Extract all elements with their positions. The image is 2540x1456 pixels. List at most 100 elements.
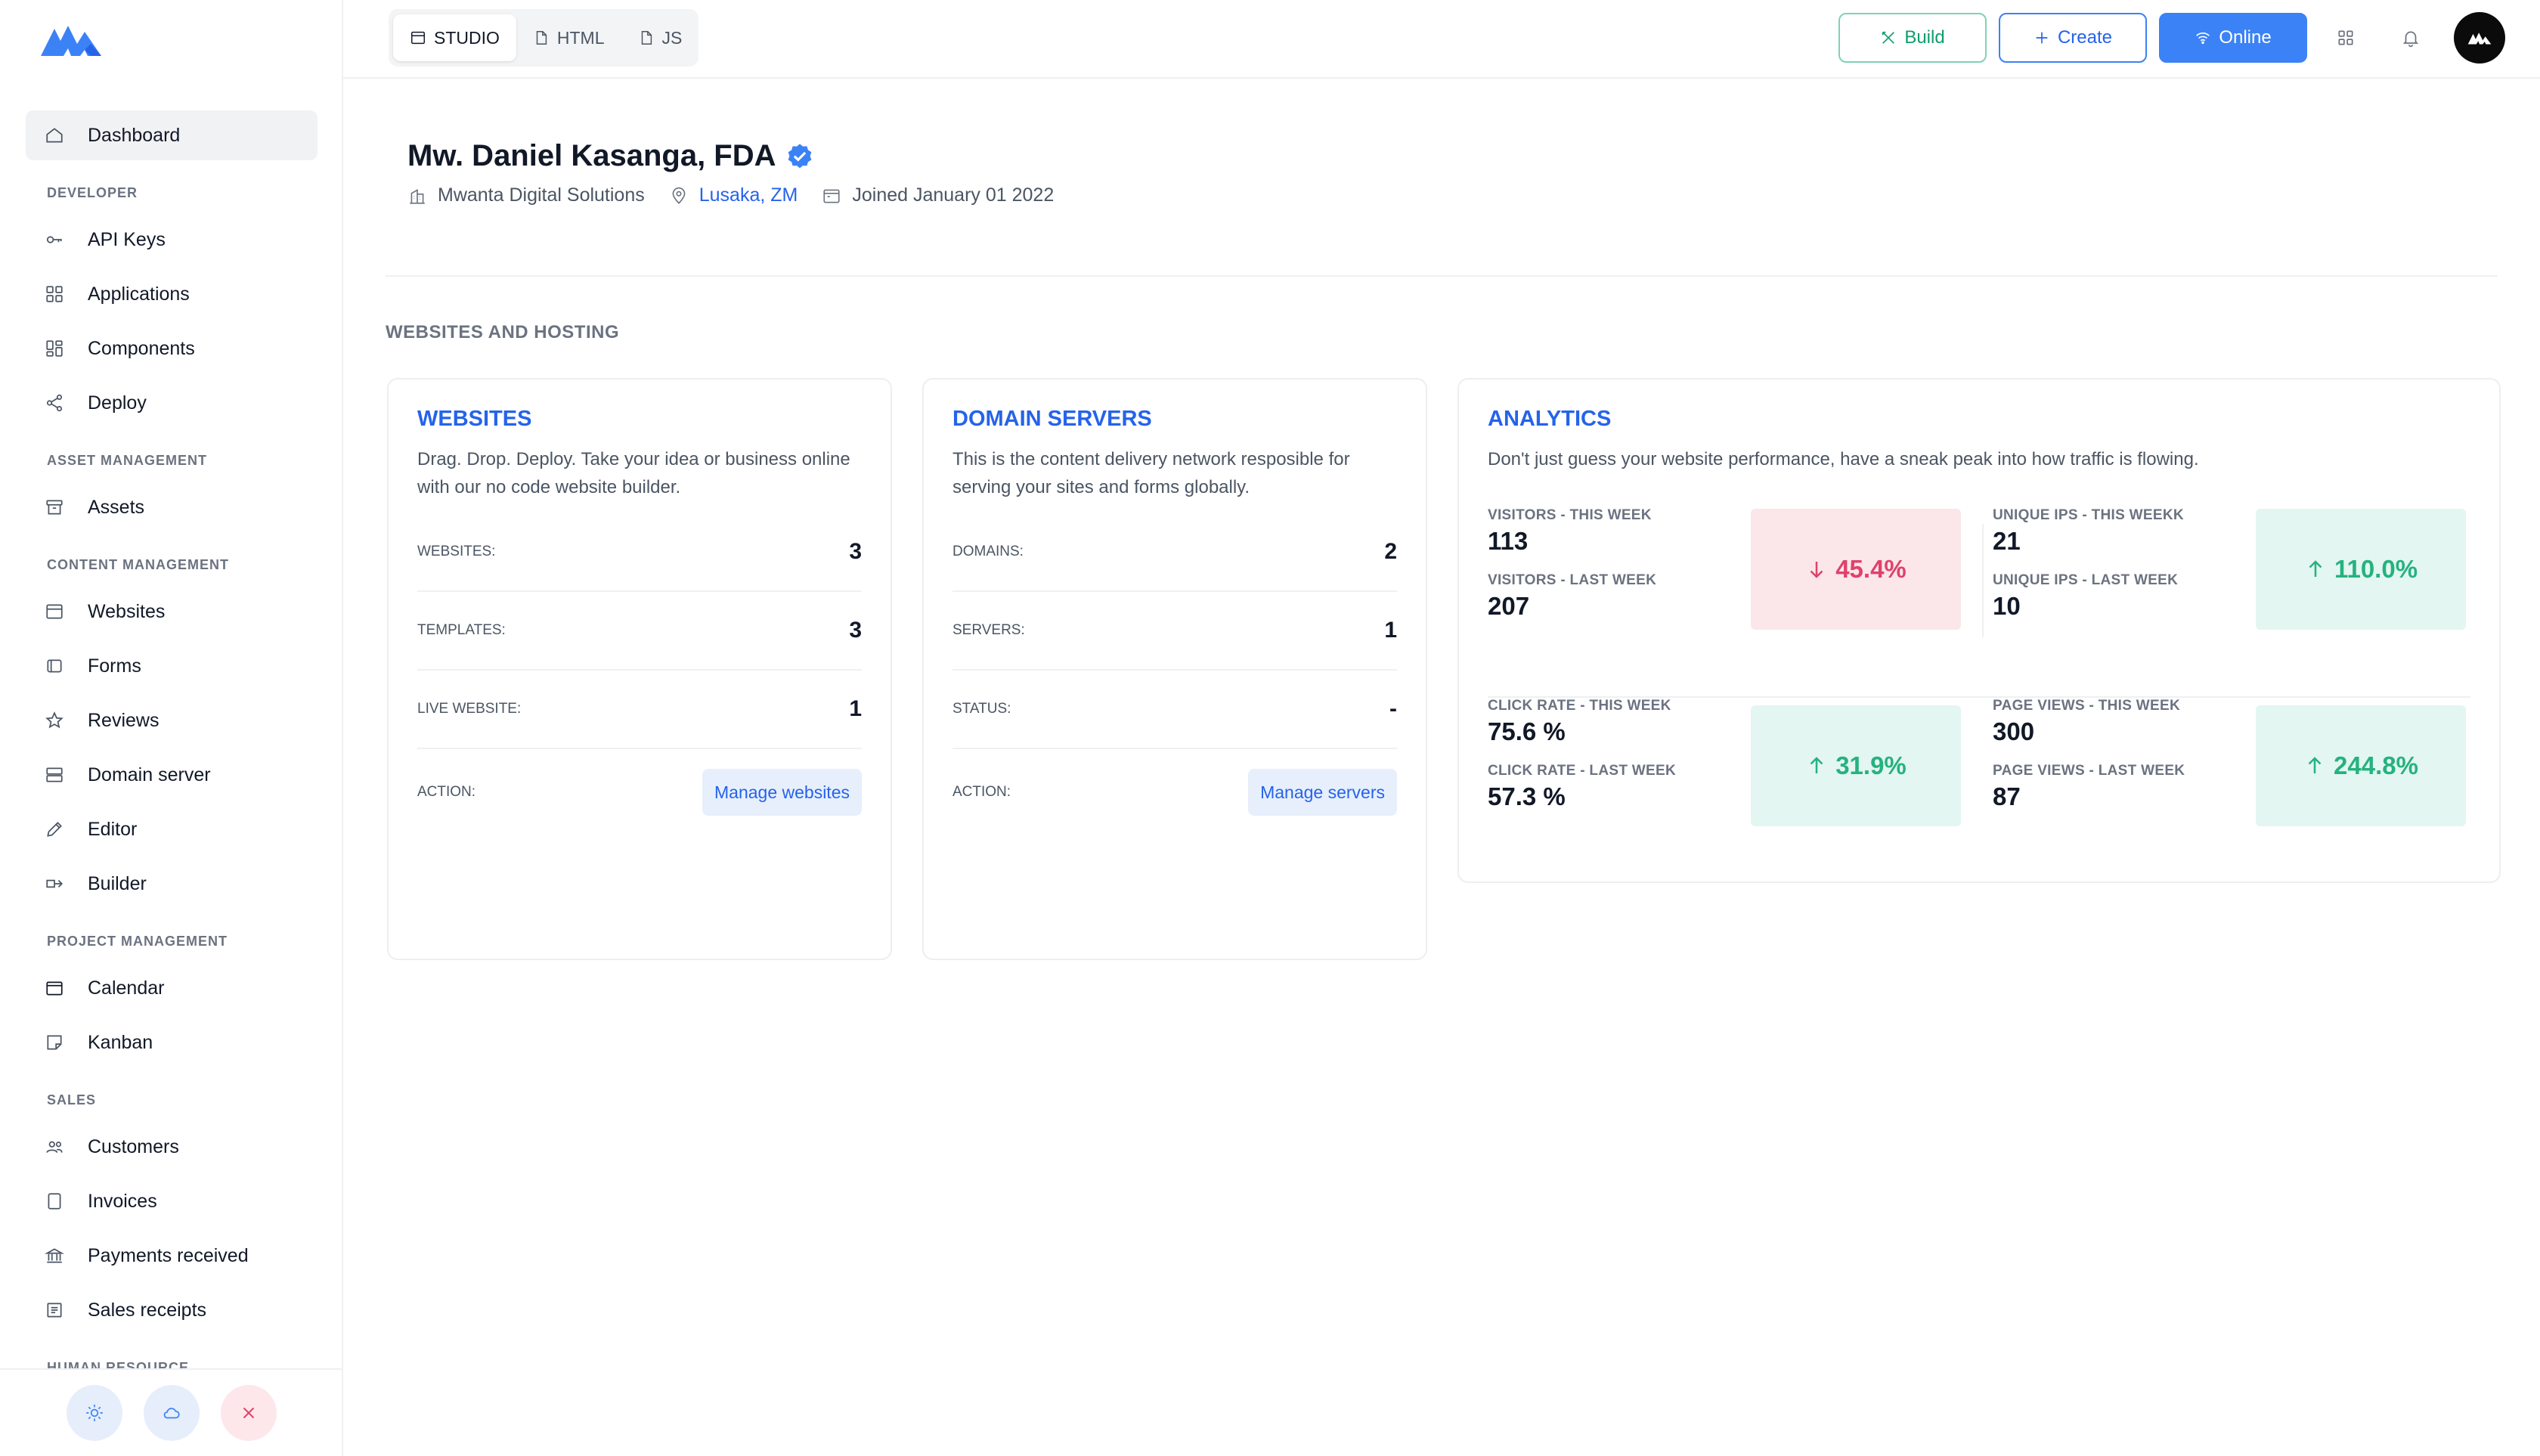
document-icon <box>44 1191 65 1212</box>
calendar-icon <box>44 977 65 999</box>
profile-location[interactable]: Lusaka, ZM <box>669 184 798 206</box>
tab-label: HTML <box>556 27 605 48</box>
brand-logo[interactable] <box>38 18 104 59</box>
tab-label: JS <box>661 27 683 48</box>
sidebar-item-domain-server[interactable]: Domain server <box>26 750 318 800</box>
sidebar-item-dashboard[interactable]: Dashboard <box>26 110 318 160</box>
tab-html[interactable]: HTML <box>516 14 621 61</box>
metric-label: VISITORS - THIS WEEK <box>1488 507 1652 523</box>
sidebar-item-builder[interactable]: Builder <box>26 859 318 909</box>
sidebar-item-label: Websites <box>88 600 166 622</box>
sidebar-item-invoices[interactable]: Invoices <box>26 1176 318 1226</box>
calendar-icon <box>823 189 840 203</box>
stat-label: LIVE WEBSITE: <box>417 701 522 717</box>
sidebar-item-customers[interactable]: Customers <box>26 1122 318 1172</box>
sidebar-item-reviews[interactable]: Reviews <box>26 695 318 745</box>
metric-label: VISITORS - LAST WEEK <box>1488 572 1657 588</box>
sidebar-item-assets[interactable]: Assets <box>26 482 318 532</box>
card-description: Don't just guess your website performanc… <box>1488 449 2199 469</box>
stat-row-templates: TEMPLATES: 3 <box>417 592 862 671</box>
profile-joined: Joined January 01 2022 <box>822 184 1054 206</box>
sidebar-item-label: Customers <box>88 1135 179 1157</box>
stat-label: SERVERS: <box>952 622 1025 638</box>
key-icon <box>44 229 65 250</box>
theme-toggle-button[interactable] <box>67 1385 122 1441</box>
analytics-card: ANALYTICS Don't just guess your website … <box>1457 378 2501 883</box>
close-icon <box>243 1407 255 1419</box>
stat-row-servers: SERVERS: 1 <box>952 592 1397 671</box>
sidebar-item-label: Domain server <box>88 764 211 785</box>
metric-value: 87 <box>1993 782 2021 810</box>
grid-icon <box>44 283 65 305</box>
metric-label: CLICK RATE - LAST WEEK <box>1488 763 1677 779</box>
header-divider <box>386 275 2498 277</box>
bank-icon <box>44 1245 65 1266</box>
browser-icon <box>44 601 65 622</box>
sidebar-item-kanban[interactable]: Kanban <box>26 1018 318 1067</box>
editor-tabs: STUDIO HTML JS <box>389 9 698 67</box>
metric-value: 207 <box>1488 592 1530 620</box>
sidebar-item-websites[interactable]: Websites <box>26 587 318 637</box>
metric-value: 21 <box>1993 527 2021 555</box>
sun-icon <box>86 1405 103 1421</box>
sidebar-item-label: Deploy <box>88 392 147 414</box>
tab-label: STUDIO <box>434 27 500 48</box>
form-icon <box>44 655 65 677</box>
sidebar-item-label: Payments received <box>88 1244 249 1266</box>
sidebar-item-label: Reviews <box>88 709 160 731</box>
user-avatar[interactable] <box>2454 12 2505 64</box>
share-icon <box>44 392 65 414</box>
notifications-button[interactable] <box>2384 13 2437 63</box>
stat-label: STATUS: <box>952 701 1011 717</box>
online-button-label: Online <box>2219 27 2272 48</box>
sidebar-item-label: Kanban <box>88 1031 153 1053</box>
topbar: STUDIO HTML JS Build Create Online <box>343 0 2540 79</box>
profile-meta: Mwanta Digital Solutions Lusaka, ZM Join… <box>407 184 1078 206</box>
sidebar-item-editor[interactable]: Editor <box>26 804 318 854</box>
sidebar-item-label: Builder <box>88 872 147 894</box>
stat-label: WEBSITES: <box>417 544 496 559</box>
page-views-metric: PAGE VIEWS - THIS WEEK 300 PAGE VIEWS - … <box>1993 698 2492 879</box>
cloud-sync-button[interactable] <box>144 1385 200 1441</box>
archive-icon <box>44 497 65 518</box>
apps-grid-button[interactable] <box>2319 13 2372 63</box>
metric-value: 113 <box>1488 527 1529 555</box>
metric-label: CLICK RATE - THIS WEEK <box>1488 698 1671 714</box>
analytics-grid: VISITORS - THIS WEEK 113 VISITORS - LAST… <box>1488 501 2470 894</box>
close-sidebar-button[interactable] <box>221 1385 277 1441</box>
delta-value: 31.9% <box>1835 751 1907 779</box>
sidebar-item-deploy[interactable]: Deploy <box>26 378 318 428</box>
stat-value: 1 <box>1384 618 1397 643</box>
sidebar-item-calendar[interactable]: Calendar <box>26 963 318 1013</box>
sidebar-item-applications[interactable]: Applications <box>26 269 318 319</box>
manage-websites-button[interactable]: Manage websites <box>702 769 862 816</box>
sidebar-footer <box>0 1368 342 1456</box>
websites-card: WEBSITES Drag. Drop. Deploy. Take your i… <box>387 378 892 960</box>
sidebar-item-label: API Keys <box>88 228 166 250</box>
sidebar-item-components[interactable]: Components <box>26 324 318 373</box>
app-root: Dashboard DEVELOPER API Keys Application… <box>0 0 2540 1456</box>
card-title: WEBSITES <box>417 407 532 431</box>
sidebar-item-label: Dashboard <box>88 124 181 146</box>
create-button-label: Create <box>2057 27 2113 48</box>
analytics-row-2: CLICK RATE - THIS WEEK 75.6 % CLICK RATE… <box>1488 698 2470 894</box>
profile-company: Mwanta Digital Solutions <box>407 184 645 206</box>
sidebar-item-api-keys[interactable]: API Keys <box>26 215 318 265</box>
manage-servers-button[interactable]: Manage servers <box>1248 769 1397 816</box>
metric-value: 75.6 % <box>1488 717 1566 745</box>
sidebar-item-sales-receipts[interactable]: Sales receipts <box>26 1285 318 1335</box>
server-icon <box>44 764 65 785</box>
location-link[interactable]: Lusaka, ZM <box>699 184 798 206</box>
arrow-up-icon <box>1810 757 1823 773</box>
profile-header: Mw. Daniel Kasanga, FDA <box>407 139 814 173</box>
sidebar-item-forms[interactable]: Forms <box>26 641 318 691</box>
create-button[interactable]: Create <box>1999 13 2147 63</box>
action-row: ACTION: Manage servers <box>952 749 1397 835</box>
build-button[interactable]: Build <box>1838 13 1987 63</box>
action-row: ACTION: Manage websites <box>417 749 862 835</box>
tab-studio[interactable]: STUDIO <box>393 14 516 61</box>
sidebar-item-payments-received[interactable]: Payments received <box>26 1231 318 1281</box>
tab-js[interactable]: JS <box>621 14 699 61</box>
click-rate-delta-badge: 31.9% <box>1751 705 1961 826</box>
online-status-button[interactable]: Online <box>2159 13 2307 63</box>
